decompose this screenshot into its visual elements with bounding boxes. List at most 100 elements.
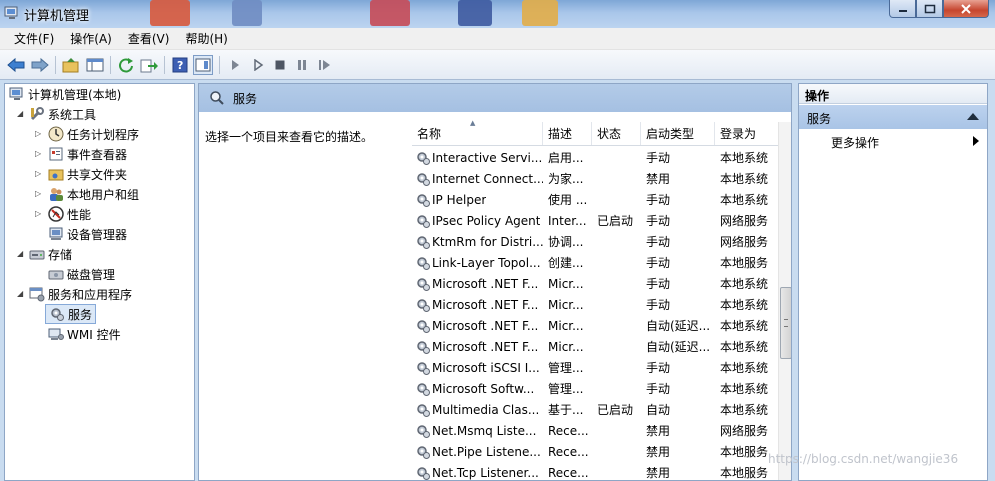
service-gear-icon (417, 403, 430, 417)
scrollbar-thumb[interactable] (780, 287, 791, 359)
tree-item-performance[interactable]: 性能 (48, 204, 91, 224)
actions-section-services[interactable]: 服务 (799, 105, 987, 129)
tree-item-wmi[interactable]: WMI 控件 (48, 324, 121, 344)
tree-item-task-scheduler[interactable]: 任务计划程序 (48, 124, 139, 144)
more-actions[interactable]: 更多操作 (831, 134, 879, 151)
tree-root[interactable]: 计算机管理(本地) (9, 84, 121, 104)
column-startup-type[interactable]: 启动类型 (641, 122, 715, 145)
collapsed-arrow-icon[interactable]: ▷ (35, 169, 41, 178)
tree-item-local-users[interactable]: 本地用户和组 (48, 184, 139, 204)
tree-item-system-tools[interactable]: 系统工具 (29, 104, 96, 124)
collapsed-arrow-icon[interactable]: ▷ (35, 149, 41, 158)
title-bar[interactable]: 计算机管理 (0, 0, 995, 28)
column-name[interactable]: ▲ 名称 (412, 119, 543, 145)
table-row[interactable]: Link-Layer Topol... 创建... 手动 本地服务 (412, 252, 778, 273)
table-row[interactable]: Interactive Servi... 启用... 手动 本地系统 (412, 147, 778, 168)
tree-item-device-manager[interactable]: 设备管理器 (48, 224, 127, 244)
service-startup-type: 禁用 (646, 466, 671, 480)
table-row[interactable]: Internet Connect... 为家... 禁用 本地系统 (412, 168, 778, 189)
service-logon-as: 网络服务 (720, 214, 769, 228)
tree-item-label: 设备管理器 (67, 227, 128, 242)
tree-item-services[interactable]: 服务 (45, 304, 97, 324)
menu-bar: 文件(F) 操作(A) 查看(V) 帮助(H) (0, 28, 995, 50)
table-row[interactable]: Microsoft .NET F... Micr... 手动 本地系统 (412, 273, 778, 294)
up-folder-button[interactable] (61, 55, 81, 75)
stop-icon (275, 60, 285, 70)
table-row[interactable]: KtmRm for Distri... 协调... 手动 网络服务 (412, 231, 778, 252)
menu-action[interactable]: 操作(A) (62, 30, 120, 47)
collapsed-arrow-icon[interactable]: ▷ (35, 189, 41, 198)
tree-item-services-apps[interactable]: 服务和应用程序 (29, 284, 132, 304)
service-gear-icon (417, 214, 430, 228)
tree-item-shared-folders[interactable]: 共享文件夹 (48, 164, 127, 184)
pause-service-button[interactable] (292, 55, 312, 75)
start-service-alt-button[interactable] (248, 55, 268, 75)
service-name: Microsoft .NET F... (412, 339, 543, 355)
close-button[interactable] (943, 0, 989, 18)
pane-title: 服务 (233, 91, 258, 106)
column-description[interactable]: 描述 (543, 122, 592, 145)
menu-help[interactable]: 帮助(H) (177, 30, 235, 47)
show-action-pane-button[interactable] (193, 55, 213, 75)
back-button[interactable] (6, 55, 26, 75)
service-startup-type: 手动 (646, 193, 671, 207)
show-hide-tree-button[interactable] (85, 55, 105, 75)
expanded-arrow-icon[interactable]: ◢ (17, 249, 23, 258)
menu-view[interactable]: 查看(V) (120, 30, 178, 47)
table-row[interactable]: Microsoft Softw... 管理... 手动 本地系统 (412, 378, 778, 399)
maximize-button[interactable] (916, 0, 943, 18)
table-row[interactable]: Net.Tcp Listener... Rece... 禁用 本地服务 (412, 462, 778, 480)
table-row[interactable]: Net.Msmq Liste... Rece... 禁用 网络服务 (412, 420, 778, 441)
table-row[interactable]: Microsoft .NET F... Micr... 自动(延迟... 本地系统 (412, 336, 778, 357)
refresh-button[interactable] (116, 55, 136, 75)
tree-item-storage[interactable]: 存储 (29, 244, 72, 264)
service-gear-icon (417, 151, 430, 165)
service-gear-icon (417, 277, 430, 291)
collapsed-arrow-icon[interactable]: ▷ (35, 129, 41, 138)
export-list-button[interactable] (139, 55, 159, 75)
table-row[interactable]: Microsoft .NET F... Micr... 手动 本地系统 (412, 294, 778, 315)
table-row[interactable]: Microsoft .NET F... Micr... 自动(延迟... 本地系统 (412, 315, 778, 336)
restart-service-button[interactable] (315, 55, 335, 75)
table-row[interactable]: IPsec Policy Agent Inter... 已启动 手动 网络服务 (412, 210, 778, 231)
tree-item-event-viewer[interactable]: 事件查看器 (48, 144, 127, 164)
help-button[interactable]: ? (170, 55, 190, 75)
table-row[interactable]: Microsoft iSCSI I... 管理... 手动 本地系统 (412, 357, 778, 378)
service-description: 基于... (548, 403, 584, 417)
clock-icon (48, 126, 64, 142)
start-service-button[interactable] (225, 55, 245, 75)
service-gear-icon (417, 424, 430, 438)
watermark: https://blog.csdn.net/wangjie36 (768, 452, 959, 466)
window-title: 计算机管理 (24, 9, 90, 24)
help-icon: ? (172, 57, 188, 73)
stop-service-button[interactable] (270, 55, 290, 75)
service-description: 使用 ... (548, 193, 588, 207)
submenu-arrow-icon[interactable] (973, 136, 979, 146)
service-startup-type: 手动 (646, 382, 671, 396)
forward-button[interactable] (30, 55, 50, 75)
background-blob (522, 0, 558, 26)
collapsed-arrow-icon[interactable]: ▷ (35, 209, 41, 218)
service-logon-as: 网络服务 (720, 235, 769, 249)
vertical-scrollbar[interactable] (778, 122, 791, 480)
service-logon-as: 本地系统 (720, 172, 769, 186)
computer-management-icon (9, 87, 23, 100)
tree-item-label: 服务 (68, 307, 93, 322)
svg-text:?: ? (177, 59, 183, 72)
table-row[interactable]: Multimedia Clas... 基于... 已启动 自动 本地系统 (412, 399, 778, 420)
table-row[interactable]: IP Helper 使用 ... 手动 本地系统 (412, 189, 778, 210)
tree-item-disk-management[interactable]: 磁盘管理 (48, 264, 115, 284)
service-name: IPsec Policy Agent (412, 213, 543, 229)
column-status[interactable]: 状态 (592, 122, 641, 145)
table-row[interactable]: Net.Pipe Listene... Rece... 禁用 本地服务 (412, 441, 778, 462)
description-text: 选择一个项目来查看它的描述。 (205, 130, 374, 144)
service-name: Interactive Servi... (412, 150, 543, 166)
tree-item-label: 系统工具 (48, 107, 97, 122)
menu-file[interactable]: 文件(F) (6, 30, 62, 47)
expanded-arrow-icon[interactable]: ◢ (17, 289, 23, 298)
service-startup-type: 自动(延迟... (646, 340, 711, 354)
column-logon-as[interactable]: 登录为 (715, 122, 778, 145)
minimize-button[interactable] (889, 0, 916, 18)
expanded-arrow-icon[interactable]: ◢ (17, 109, 23, 118)
service-description: Micr... (548, 318, 584, 333)
